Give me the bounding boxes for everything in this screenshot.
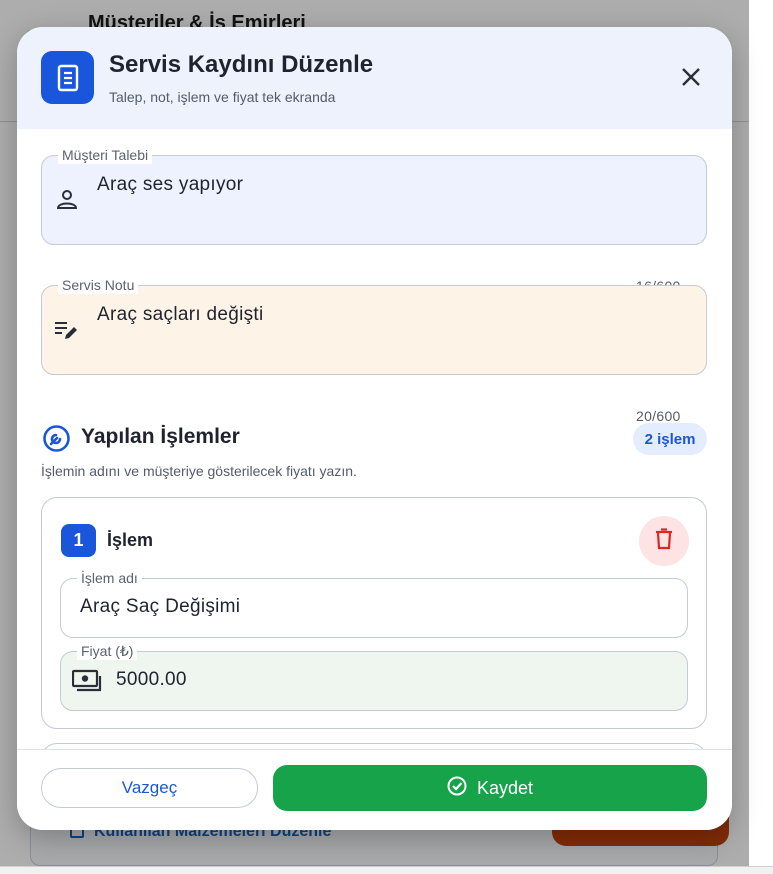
dialog-header: Servis Kaydını Düzenle Talep, not, işlem… [17, 27, 732, 129]
service-note-value: Araç saçları değişti [97, 304, 264, 325]
operation-price-label: Fiyat (₺) [77, 642, 138, 660]
operation-card: 1 İşlem İşlem adı Araç Saç Değişimi Fiya… [41, 497, 707, 729]
operation-name-field[interactable]: İşlem adı Araç Saç Değişimi [60, 569, 688, 638]
money-icon [71, 669, 102, 698]
dialog-subtitle: Talep, not, işlem ve fiyat tek ekranda [109, 89, 336, 105]
wrench-icon [43, 425, 70, 452]
customer-request-field[interactable]: Müşteri Talebi Araç ses yapıyor [41, 146, 707, 245]
delete-operation-button[interactable] [639, 516, 689, 566]
dialog-footer: Vazgeç Kaydet [17, 749, 732, 830]
edit-note-icon [54, 318, 80, 347]
cancel-button[interactable]: Vazgeç [41, 768, 258, 808]
operation-price-field[interactable]: Fiyat (₺) 5000.00 [60, 642, 688, 711]
dialog-title: Servis Kaydını Düzenle [109, 51, 374, 78]
operation-price-value: 5000.00 [116, 669, 187, 690]
service-note-label: Servis Notu [58, 276, 139, 294]
operation-title: İşlem [107, 530, 154, 550]
service-note-counter: 20/600 [636, 408, 681, 424]
operations-count-badge: 2 işlem [633, 423, 707, 455]
operation-name-value: Araç Saç Değişimi [80, 596, 241, 617]
customer-request-label: Müşteri Talebi [58, 146, 153, 164]
operations-description: İşlemin adını ve müşteriye gösterilecek … [41, 463, 357, 479]
operation-number: 1 [61, 524, 96, 557]
person-icon [55, 187, 79, 216]
check-circle-icon [447, 776, 467, 801]
save-button[interactable]: Kaydet [273, 765, 707, 811]
trash-icon [654, 527, 674, 555]
receipt-icon [41, 51, 94, 104]
service-note-field[interactable]: Servis Notu Araç saçları değişti [41, 276, 707, 375]
bottom-bar [0, 866, 773, 874]
close-icon[interactable] [677, 63, 705, 91]
operation-name-label: İşlem adı [77, 569, 142, 587]
customer-request-value: Araç ses yapıyor [97, 174, 244, 195]
operations-title: Yapılan İşlemler [81, 425, 240, 448]
save-label: Kaydet [476, 777, 534, 798]
edit-service-dialog: Servis Kaydını Düzenle Talep, not, işlem… [17, 27, 732, 830]
dialog-body: Müşteri Talebi Araç ses yapıyor 16/600 S… [17, 129, 732, 749]
